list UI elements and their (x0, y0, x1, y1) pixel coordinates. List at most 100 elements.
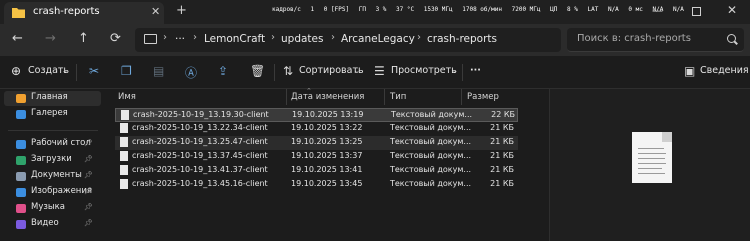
search-input[interactable]: Поиск в: crash-reports (577, 33, 691, 44)
text-file-icon (120, 165, 128, 175)
file-name: crash-2025-10-19_13.37.45-client (132, 151, 268, 160)
table-row[interactable]: crash-2025-10-19_13.37.45-client 19.10.2… (115, 150, 518, 164)
navigation-bar: ← → ↑ ⟳ › ··· › LemonCraft › updates › A… (0, 24, 750, 56)
address-bar[interactable]: › ··· › LemonCraft › updates › ArcaneLeg… (135, 28, 561, 52)
folder-icon (12, 8, 25, 18)
column-divider[interactable] (461, 89, 462, 105)
sidebar-item-documents[interactable]: Документы 📌︎ (4, 169, 101, 184)
separator (274, 64, 275, 81)
sidebar-item-label: Музыка (31, 202, 65, 212)
details-button[interactable]: Сведения (700, 65, 749, 76)
new-tab-button[interactable]: + (176, 3, 187, 18)
sidebar-item-music[interactable]: Музыка 📌︎ (4, 201, 101, 216)
breadcrumb-arcanelegacy[interactable]: ArcaneLegacy (341, 33, 415, 45)
file-modified: 19.10.2025 13:25 (291, 137, 363, 146)
view-button[interactable]: Просмотреть (391, 65, 457, 76)
sidebar-item-downloads[interactable]: Загрузки 📌︎ (4, 153, 101, 168)
column-header-size[interactable]: Размер (467, 92, 499, 102)
minimize-button[interactable]: — (652, 4, 663, 17)
file-size: 22 КБ (491, 110, 515, 119)
tab-crash-reports[interactable]: crash-reports ✕ (4, 2, 164, 24)
overlay-fps-label: кадров/с (272, 6, 301, 13)
table-row[interactable]: crash-2025-10-19_13.45.16-client 19.10.2… (115, 178, 518, 192)
search-box[interactable]: Поиск в: crash-reports (567, 28, 744, 52)
file-type: Текстовый докум... (390, 137, 472, 146)
breadcrumb-crash-reports[interactable]: crash-reports (427, 33, 497, 45)
text-file-icon (120, 123, 128, 133)
home-icon (16, 94, 26, 103)
file-size: 21 КБ (490, 179, 514, 188)
text-file-icon (121, 110, 129, 120)
up-button[interactable]: ↑ (78, 31, 89, 46)
sort-icon: ⇅ (283, 64, 294, 78)
breadcrumb-more[interactable]: ··· (175, 33, 185, 45)
music-icon (16, 204, 26, 213)
forward-button[interactable]: → (45, 31, 56, 46)
file-type: Текстовый докум... (390, 179, 472, 188)
overlay-fps-value: 1 (310, 6, 315, 13)
overlay-cpu-load: 8 % (567, 6, 578, 13)
breadcrumb-lemoncraft[interactable]: LemonCraft (204, 33, 265, 45)
file-type: Текстовый докум... (391, 110, 473, 119)
document-preview-icon (632, 132, 672, 183)
file-modified: 19.10.2025 13:19 (292, 110, 364, 119)
file-size: 21 КБ (490, 123, 514, 132)
sidebar-item-label: Изображения (31, 186, 93, 196)
pin-icon: 📌︎ (84, 171, 93, 179)
sidebar-item-videos[interactable]: Видео 📌︎ (4, 217, 101, 232)
sidebar-item-label: Видео (31, 218, 59, 228)
file-size: 21 КБ (490, 137, 514, 146)
pin-icon: 📌︎ (84, 139, 93, 147)
column-header-modified[interactable]: Дата изменения (291, 92, 364, 102)
sidebar-item-gallery[interactable]: Галерея (4, 107, 101, 122)
overlay-lat-ms: 0 мс (628, 6, 643, 13)
close-tab-icon[interactable]: ✕ (151, 5, 160, 18)
share-icon[interactable]: ⇪ (218, 64, 228, 78)
file-type: Текстовый докум... (390, 165, 472, 174)
sidebar-item-pictures[interactable]: Изображения 📌︎ (4, 185, 101, 200)
rename-icon[interactable]: Ⓐ (185, 64, 197, 81)
video-icon (16, 220, 26, 229)
chevron-right-icon: › (163, 32, 167, 43)
pin-icon: 📌︎ (84, 219, 93, 227)
tab-title: crash-reports (33, 6, 100, 17)
delete-icon[interactable]: 🗑︎ (250, 64, 265, 78)
file-size: 21 КБ (490, 165, 514, 174)
file-name: crash-2025-10-19_13.41.37-client (132, 165, 268, 174)
column-header-name[interactable]: Имя (118, 92, 136, 102)
close-window-button[interactable]: ✕ (727, 3, 737, 17)
file-modified: 19.10.2025 13:22 (291, 123, 363, 132)
column-divider[interactable] (384, 89, 385, 105)
overlay-mem-clock: 7200 МГц (511, 6, 541, 13)
back-button[interactable]: ← (12, 31, 23, 46)
table-row[interactable]: crash-2025-10-19_13.41.37-client 19.10.2… (115, 164, 518, 178)
sidebar-item-label: Рабочий стол (31, 138, 91, 148)
refresh-button[interactable]: ⟳ (110, 31, 121, 46)
maximize-button[interactable] (692, 7, 701, 16)
column-divider[interactable] (286, 89, 287, 105)
table-row[interactable]: crash-2025-10-19_13.19.30-client 19.10.2… (115, 108, 518, 122)
cut-icon[interactable]: ✂ (89, 64, 99, 78)
sidebar-item-home[interactable]: Главная (4, 91, 101, 106)
separator (462, 64, 463, 81)
table-row[interactable]: crash-2025-10-19_13.25.47-client 19.10.2… (115, 136, 518, 150)
more-options-button[interactable]: ··· (470, 65, 481, 76)
sidebar-divider (8, 130, 98, 131)
chevron-right-icon: › (331, 32, 335, 43)
sidebar-item-desktop[interactable]: Рабочий стол 📌︎ (4, 137, 101, 152)
breadcrumb-updates[interactable]: updates (281, 33, 323, 45)
file-name: crash-2025-10-19_13.45.16-client (132, 179, 268, 188)
pin-icon: 📌︎ (84, 187, 93, 195)
column-header-type[interactable]: Тип (390, 92, 406, 102)
file-modified: 19.10.2025 13:37 (291, 151, 363, 160)
plus-icon: ⊕ (11, 64, 22, 78)
pin-icon: 📌︎ (84, 203, 93, 211)
chevron-right-icon: › (193, 32, 197, 43)
chevron-right-icon: › (271, 32, 275, 43)
chevron-down-icon: ⌄ (452, 67, 458, 75)
copy-icon[interactable]: ❐ (121, 64, 132, 78)
sidebar-item-label: Галерея (31, 108, 68, 118)
table-row[interactable]: crash-2025-10-19_13.22.34-client 19.10.2… (115, 122, 518, 136)
paste-icon[interactable]: ▤ (153, 64, 164, 78)
overlay-lat-value: N/A (607, 6, 619, 13)
